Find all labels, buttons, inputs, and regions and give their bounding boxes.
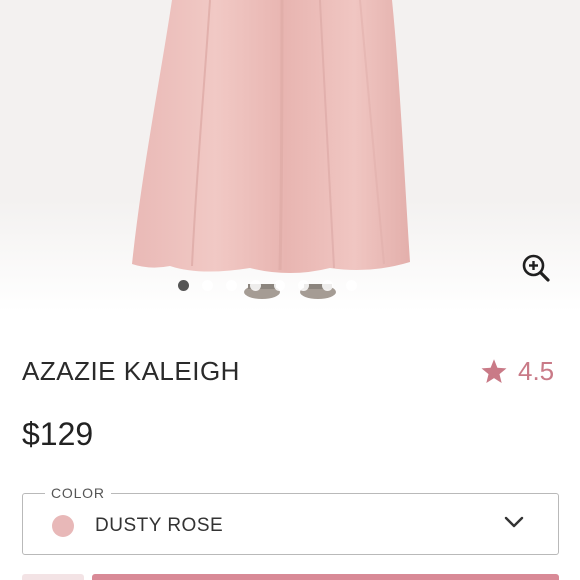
zoom-in-icon [522, 254, 550, 282]
gallery-dot[interactable] [226, 279, 237, 291]
color-swatch [52, 515, 74, 537]
rating-value: 4.5 [518, 356, 555, 386]
star-icon [481, 359, 507, 384]
gallery-dot[interactable] [250, 279, 261, 291]
add-to-bag-button[interactable] [92, 574, 559, 580]
chevron-down-icon [504, 516, 524, 528]
color-select[interactable]: COLOR DUSTY ROSE [22, 485, 559, 555]
gallery-pagination [178, 279, 357, 291]
gallery-dot[interactable] [274, 279, 285, 291]
product-price: $129 [22, 416, 94, 452]
product-rating[interactable]: 4.5 [480, 356, 554, 387]
dress-photo [132, 0, 410, 299]
gallery-dot[interactable] [346, 279, 357, 291]
product-image-gallery[interactable] [0, 0, 580, 312]
gallery-dot[interactable] [322, 279, 333, 291]
gallery-dot[interactable] [202, 279, 213, 291]
product-title: AZAZIE KALEIGH [22, 356, 240, 386]
quantity-selector[interactable] [22, 574, 84, 580]
color-select-value: DUSTY ROSE [95, 515, 224, 536]
zoom-button[interactable] [519, 251, 553, 285]
color-select-label: COLOR [45, 485, 111, 501]
gallery-dot[interactable] [298, 279, 309, 291]
gallery-dot[interactable] [178, 279, 189, 291]
